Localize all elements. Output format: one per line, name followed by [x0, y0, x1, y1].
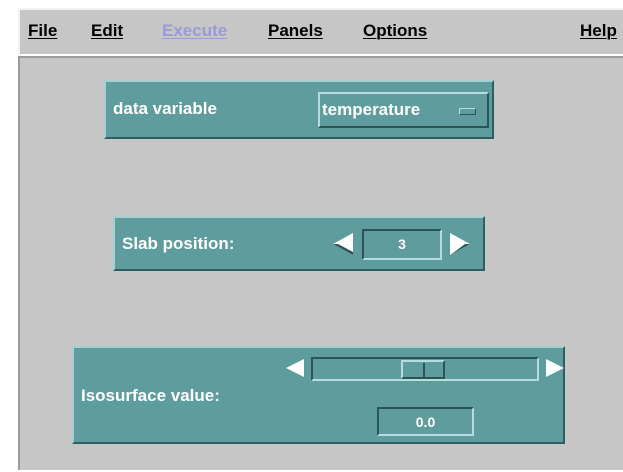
slider-left-arrow-icon[interactable] — [284, 357, 306, 379]
menu-options[interactable]: Options — [363, 21, 427, 41]
menu-file[interactable]: File — [28, 21, 57, 41]
slab-position-label: Slab position: — [122, 234, 235, 253]
isosurface-value: 0.0 — [415, 414, 436, 430]
data-variable-label: data variable — [113, 99, 217, 118]
slider-right-arrow-icon[interactable] — [544, 357, 566, 379]
data-variable-panel: data variable temperature — [104, 80, 494, 139]
slab-position-panel: Slab position: 3 — [113, 216, 485, 271]
menu-panels[interactable]: Panels — [268, 21, 323, 41]
data-variable-selected: temperature — [322, 100, 421, 119]
menu-execute[interactable]: Execute — [162, 21, 227, 41]
menu-edit[interactable]: Edit — [91, 21, 123, 41]
isosurface-value-field[interactable]: 0.0 — [377, 407, 474, 436]
slider-thumb-grip — [423, 363, 425, 377]
menu-bar: File Edit Execute Panels Options Help — [18, 8, 623, 54]
slab-decrement-arrow-icon[interactable] — [330, 231, 356, 257]
slab-position-value: 3 — [398, 236, 406, 252]
isosurface-value-label: Isosurface value: — [81, 386, 220, 405]
slab-increment-arrow-icon[interactable] — [447, 231, 473, 257]
menu-help[interactable]: Help — [580, 21, 617, 41]
data-variable-option-menu[interactable]: temperature — [318, 92, 489, 128]
isosurface-panel: Isosurface value: 0.0 — [72, 346, 565, 444]
option-menu-indicator-icon — [459, 108, 476, 115]
isosurface-slider-thumb[interactable] — [401, 360, 445, 379]
slab-position-value-box[interactable]: 3 — [362, 229, 442, 260]
isosurface-slider-trough[interactable] — [311, 357, 539, 381]
